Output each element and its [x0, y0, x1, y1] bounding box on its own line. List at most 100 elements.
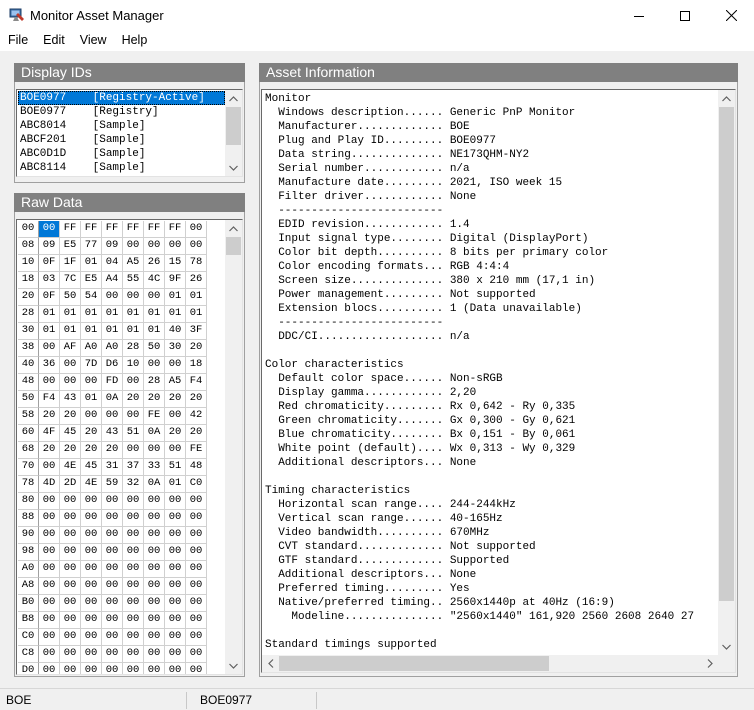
raw-data-byte[interactable]: 00 — [186, 646, 207, 663]
raw-data-byte[interactable]: 50 — [60, 289, 81, 306]
raw-data-byte[interactable]: 00 — [144, 595, 165, 612]
raw-data-byte[interactable]: 00 — [60, 544, 81, 561]
raw-data-byte[interactable]: FD — [102, 374, 123, 391]
scroll-right-icon[interactable] — [701, 655, 718, 672]
raw-data-byte[interactable]: FE — [186, 442, 207, 459]
raw-data-byte[interactable]: 01 — [165, 476, 186, 493]
raw-data-byte[interactable]: 00 — [102, 544, 123, 561]
raw-data-byte[interactable]: 00 — [81, 595, 102, 612]
raw-data-byte[interactable]: 00 — [144, 357, 165, 374]
raw-data-byte[interactable]: FF — [165, 221, 186, 238]
raw-data-byte[interactable]: 00 — [102, 493, 123, 510]
raw-data-byte[interactable]: 20 — [81, 425, 102, 442]
menu-file[interactable]: File — [0, 31, 35, 51]
raw-data-byte[interactable]: 00 — [165, 629, 186, 646]
raw-data-byte[interactable]: 4F — [39, 425, 60, 442]
raw-data-byte[interactable]: 32 — [123, 476, 144, 493]
display-ids-scrollbar[interactable] — [225, 90, 242, 176]
raw-data-byte[interactable]: 00 — [39, 595, 60, 612]
raw-data-byte[interactable]: 43 — [60, 391, 81, 408]
raw-data-byte[interactable]: 01 — [123, 306, 144, 323]
raw-data-byte[interactable]: 28 — [123, 340, 144, 357]
raw-data-byte[interactable]: 01 — [186, 289, 207, 306]
raw-data-byte[interactable]: 54 — [81, 289, 102, 306]
raw-data-byte[interactable]: 0F — [39, 255, 60, 272]
raw-data-byte[interactable]: 3F — [186, 323, 207, 340]
raw-data-byte[interactable]: 20 — [102, 442, 123, 459]
raw-data-byte[interactable]: 00 — [186, 629, 207, 646]
raw-data-byte[interactable]: 00 — [144, 646, 165, 663]
raw-data-byte[interactable]: 00 — [144, 238, 165, 255]
raw-data-byte[interactable]: 01 — [39, 323, 60, 340]
raw-data-byte[interactable]: 00 — [165, 544, 186, 561]
raw-data-byte[interactable]: 00 — [165, 612, 186, 629]
raw-data-byte[interactable]: 00 — [39, 544, 60, 561]
raw-data-byte[interactable]: 01 — [39, 306, 60, 323]
raw-data-byte[interactable]: 00 — [60, 663, 81, 674]
raw-data-byte[interactable]: 01 — [165, 289, 186, 306]
raw-data-byte[interactable]: 00 — [39, 612, 60, 629]
raw-data-byte[interactable]: 00 — [102, 510, 123, 527]
raw-data-byte[interactable]: FF — [102, 221, 123, 238]
raw-data-byte[interactable]: 01 — [81, 323, 102, 340]
raw-data-byte[interactable]: 00 — [39, 663, 60, 674]
raw-data-byte[interactable]: 00 — [165, 561, 186, 578]
close-button[interactable] — [708, 0, 754, 31]
raw-data-byte[interactable]: 00 — [81, 578, 102, 595]
raw-data-byte[interactable]: 00 — [144, 578, 165, 595]
raw-data-byte[interactable]: 00 — [186, 544, 207, 561]
raw-data-byte[interactable]: 00 — [81, 544, 102, 561]
raw-data-byte[interactable]: 51 — [165, 459, 186, 476]
raw-data-byte[interactable]: 01 — [81, 255, 102, 272]
raw-data-byte[interactable]: 78 — [186, 255, 207, 272]
menu-edit[interactable]: Edit — [35, 31, 72, 51]
raw-data-byte[interactable]: 00 — [81, 612, 102, 629]
raw-data-byte[interactable]: FE — [144, 408, 165, 425]
raw-data-byte[interactable]: 00 — [39, 374, 60, 391]
raw-data-byte[interactable]: 0A — [144, 425, 165, 442]
raw-data-byte[interactable]: 1F — [60, 255, 81, 272]
raw-data-byte[interactable]: 00 — [123, 646, 144, 663]
raw-data-byte[interactable]: 00 — [39, 493, 60, 510]
raw-data-byte[interactable]: 20 — [144, 391, 165, 408]
raw-data-byte[interactable]: 20 — [165, 425, 186, 442]
raw-data-byte[interactable]: 00 — [165, 646, 186, 663]
raw-data-byte[interactable]: 00 — [144, 510, 165, 527]
raw-data-byte[interactable]: 00 — [123, 663, 144, 674]
raw-data-byte[interactable]: 03 — [39, 272, 60, 289]
raw-data-byte[interactable]: 00 — [60, 612, 81, 629]
raw-data-byte[interactable]: 18 — [186, 357, 207, 374]
raw-data-byte[interactable]: 00 — [60, 510, 81, 527]
raw-data-byte[interactable]: 00 — [144, 629, 165, 646]
raw-data-byte[interactable]: 00 — [123, 561, 144, 578]
raw-data-byte[interactable]: 00 — [81, 629, 102, 646]
raw-data-byte[interactable]: 00 — [39, 510, 60, 527]
raw-data-byte[interactable]: 50 — [144, 340, 165, 357]
raw-data-byte[interactable]: 55 — [123, 272, 144, 289]
raw-data-byte[interactable]: 0F — [39, 289, 60, 306]
raw-data-byte[interactable]: 01 — [60, 306, 81, 323]
raw-data-byte[interactable]: 26 — [144, 255, 165, 272]
raw-data-byte[interactable]: 00 — [60, 493, 81, 510]
raw-data-byte[interactable]: AF — [60, 340, 81, 357]
raw-data-byte[interactable]: 01 — [165, 306, 186, 323]
raw-data-byte[interactable]: 00 — [186, 493, 207, 510]
raw-data-byte[interactable]: 00 — [186, 221, 207, 238]
raw-data-byte[interactable]: 00 — [165, 442, 186, 459]
scroll-up-icon[interactable] — [225, 220, 242, 237]
raw-data-byte[interactable]: 00 — [144, 612, 165, 629]
raw-data-byte[interactable]: 00 — [186, 527, 207, 544]
display-id-item[interactable]: BOE0977 [Registry] — [18, 105, 225, 119]
raw-data-byte[interactable]: 00 — [165, 663, 186, 674]
raw-data-byte[interactable]: 20 — [186, 391, 207, 408]
raw-data-byte[interactable]: 00 — [60, 374, 81, 391]
scroll-up-icon[interactable] — [718, 90, 735, 107]
display-id-item[interactable]: ABC0D1D [Sample] — [18, 147, 225, 161]
raw-data-byte[interactable]: 00 — [60, 646, 81, 663]
raw-data-byte[interactable]: 00 — [39, 578, 60, 595]
raw-data-byte[interactable]: 0A — [144, 476, 165, 493]
raw-data-byte[interactable]: 01 — [123, 323, 144, 340]
raw-data-byte[interactable]: 59 — [102, 476, 123, 493]
raw-data-byte[interactable]: 00 — [102, 612, 123, 629]
raw-data-byte[interactable]: 00 — [60, 629, 81, 646]
